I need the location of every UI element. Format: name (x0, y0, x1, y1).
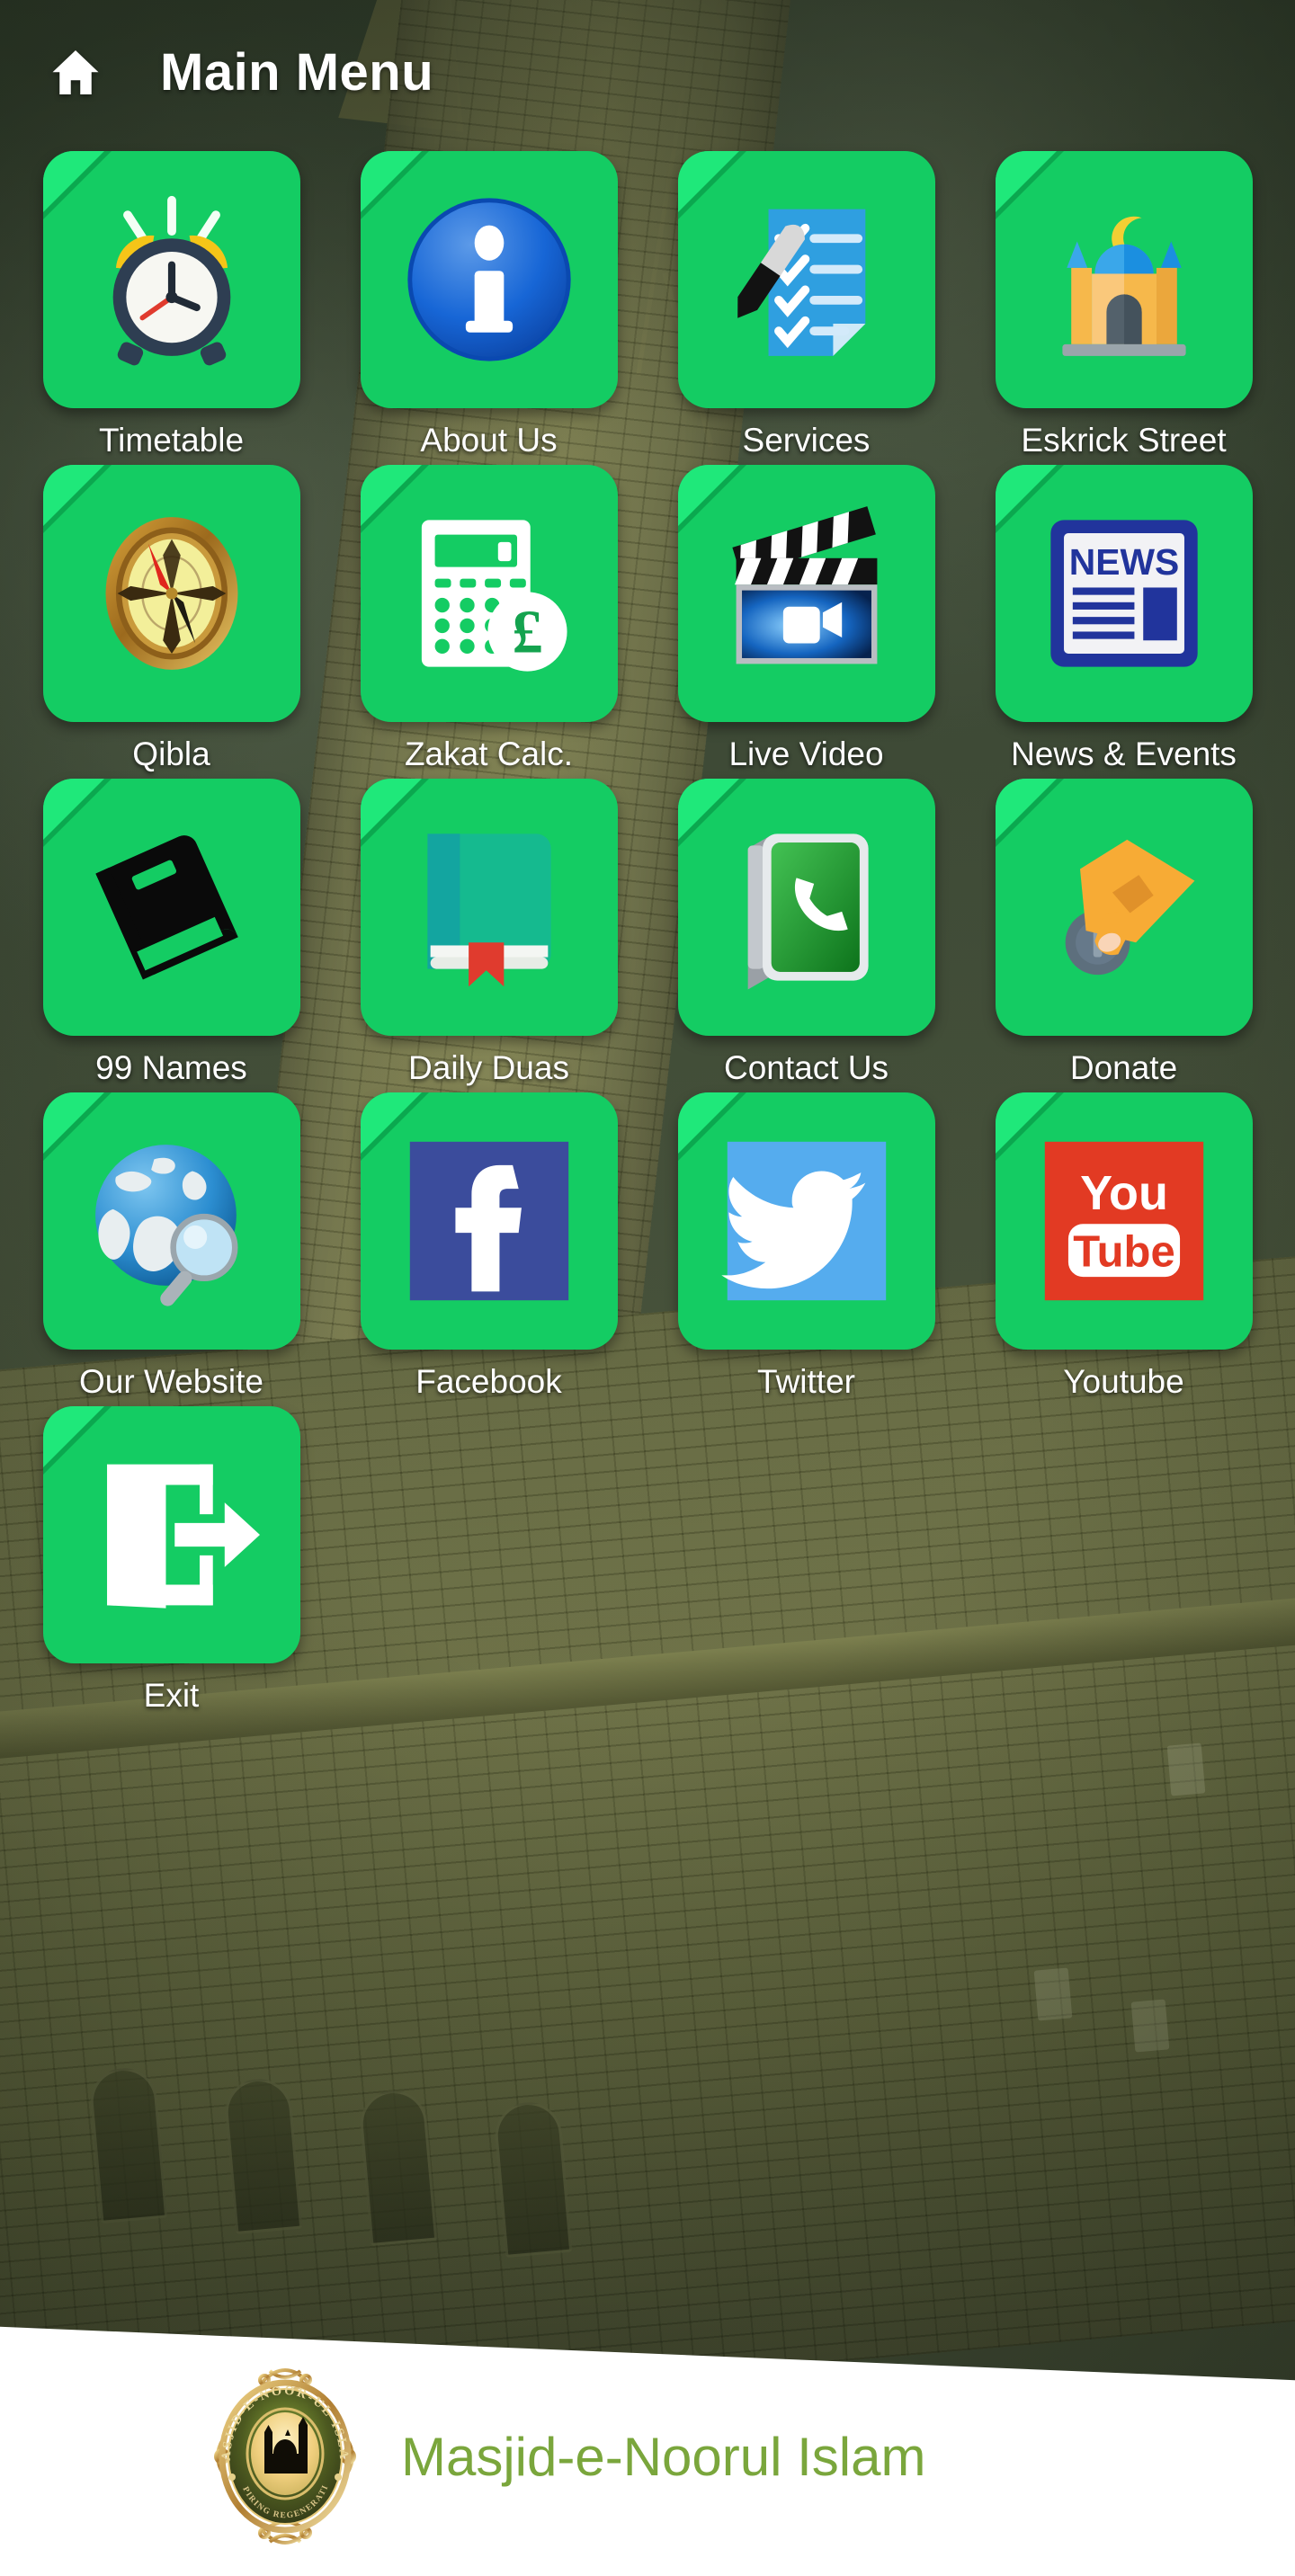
home-button[interactable] (25, 45, 126, 99)
menu-item-services[interactable]: Services (648, 151, 965, 459)
info-circle-icon (401, 192, 577, 368)
menu-tile[interactable] (360, 151, 618, 408)
menu-item-exit[interactable]: Exit (13, 1406, 330, 1715)
teal-book-bookmark-icon (401, 819, 577, 995)
menu-tile[interactable] (677, 151, 935, 408)
masjid-crest-logo: MASJID-E-NOOR-UL-ISLAM INSPIRING REGENER… (201, 2342, 362, 2560)
menu-item-label: Live Video (728, 735, 884, 772)
menu-item-news-events[interactable]: NEWS News & Events (965, 465, 1282, 773)
menu-item-99-names[interactable]: 99 Names (13, 779, 330, 1087)
menu-tile[interactable] (42, 1092, 300, 1350)
alarm-clock-icon (84, 192, 260, 368)
menu-tile[interactable] (360, 779, 618, 1036)
menu-item-donate[interactable]: Donate (965, 779, 1282, 1087)
menu-item-qibla[interactable]: Qibla (13, 465, 330, 773)
menu-tile[interactable] (677, 1092, 935, 1350)
menu-item-our-website[interactable]: Our Website (13, 1092, 330, 1401)
menu-item-contact-us[interactable]: Contact Us (648, 779, 965, 1087)
facebook-icon (401, 1133, 577, 1309)
black-book-icon (84, 819, 260, 995)
menu-item-label: News & Events (1011, 735, 1237, 772)
globe-search-icon (84, 1133, 260, 1309)
menu-tile[interactable] (995, 151, 1253, 408)
menu-item-label: Qibla (132, 735, 210, 772)
exit-door-icon (84, 1447, 260, 1623)
svg-text:NEWS: NEWS (1068, 541, 1179, 583)
menu-item-youtube[interactable]: You Tube Youtube (965, 1092, 1282, 1401)
menu-item-eskrick-street[interactable]: Eskrick Street (965, 151, 1282, 459)
phone-call-icon (719, 819, 895, 995)
menu-item-timetable[interactable]: Timetable (13, 151, 330, 459)
menu-item-label: Eskrick Street (1021, 422, 1227, 459)
menu-item-daily-duas[interactable]: Daily Duas (330, 779, 648, 1087)
menu-item-label: Exit (143, 1677, 200, 1714)
menu-item-label: Facebook (415, 1363, 562, 1400)
menu-item-label: Timetable (98, 422, 245, 459)
menu-item-label: Daily Duas (408, 1049, 569, 1086)
menu-tile[interactable]: £ (360, 465, 618, 722)
menu-item-about-us[interactable]: About Us (330, 151, 648, 459)
youtube-icon: You Tube (1036, 1133, 1212, 1309)
app-header: Main Menu (0, 0, 1295, 144)
menu-item-label: Donate (1069, 1049, 1178, 1086)
menu-item-label: 99 Names (95, 1049, 247, 1086)
menu-tile[interactable] (995, 779, 1253, 1036)
menu-item-label: Contact Us (723, 1049, 889, 1086)
clapperboard-video-icon (719, 505, 895, 682)
hand-coin-icon (1036, 819, 1212, 995)
menu-item-label: About Us (420, 422, 558, 459)
menu-item-label: Services (742, 422, 871, 459)
app-menu-grid: Timetable About Us Services Eskrick Stre… (0, 151, 1295, 1715)
menu-tile[interactable] (677, 465, 935, 722)
menu-tile[interactable] (677, 779, 935, 1036)
menu-item-label: Our Website (79, 1363, 263, 1400)
menu-tile[interactable]: NEWS (995, 465, 1253, 722)
menu-tile[interactable] (42, 779, 300, 1036)
menu-item-facebook[interactable]: Facebook (330, 1092, 648, 1401)
home-icon (49, 45, 103, 99)
calculator-pound-icon: £ (401, 505, 577, 682)
menu-tile[interactable] (42, 465, 300, 722)
checklist-pen-icon (719, 192, 895, 368)
menu-tile[interactable] (42, 151, 300, 408)
mosque-icon (1036, 192, 1212, 368)
menu-tile[interactable] (42, 1406, 300, 1663)
menu-item-twitter[interactable]: Twitter (648, 1092, 965, 1401)
svg-text:£: £ (512, 597, 542, 665)
brand-name: Masjid-e-Noorul Islam (401, 2426, 926, 2487)
newspaper-icon: NEWS (1036, 505, 1212, 682)
page-title: Main Menu (160, 42, 434, 102)
menu-item-label: Twitter (757, 1363, 855, 1400)
menu-item-label: Zakat Calc. (404, 735, 574, 772)
twitter-bird-icon (719, 1133, 895, 1309)
menu-item-label: Youtube (1063, 1363, 1184, 1400)
menu-tile[interactable] (360, 1092, 618, 1350)
menu-item-zakat-calc[interactable]: £ Zakat Calc. (330, 465, 648, 773)
compass-icon (84, 505, 260, 682)
svg-text:Tube: Tube (1073, 1228, 1174, 1277)
svg-text:You: You (1080, 1166, 1168, 1220)
menu-item-live-video[interactable]: Live Video (648, 465, 965, 773)
menu-tile[interactable]: You Tube (995, 1092, 1253, 1350)
